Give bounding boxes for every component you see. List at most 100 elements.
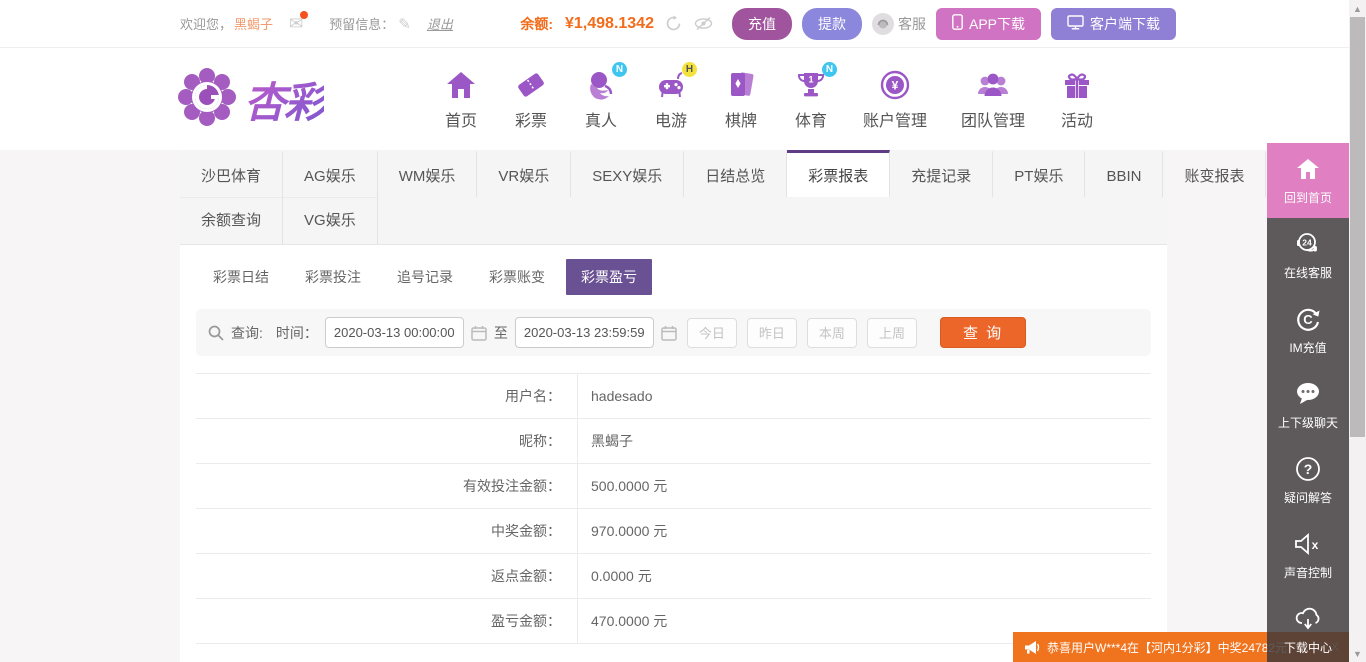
tab-lottery-report[interactable]: 彩票报表 bbox=[787, 150, 890, 197]
ticket-icon bbox=[513, 68, 549, 102]
tab-deposit-withdraw-records[interactable]: 充提记录 bbox=[890, 150, 993, 197]
tab-vr[interactable]: VR娱乐 bbox=[477, 150, 571, 197]
query-bar: 查询: 时间： 至 今日 昨日 本周 上周 查 询 bbox=[196, 309, 1151, 356]
quick-thisweek-button[interactable]: 本周 bbox=[807, 318, 857, 348]
customer-service-button[interactable]: 客服 bbox=[872, 13, 926, 35]
quick-yesterday-button[interactable]: 昨日 bbox=[747, 318, 797, 348]
quick-lastweek-button[interactable]: 上周 bbox=[867, 318, 917, 348]
tabrow-1: 沙巴体育 AG娱乐 WM娱乐 VR娱乐 SEXY娱乐 日结总览 彩票报表 充提记… bbox=[180, 150, 1167, 197]
sidebar-item-back-home[interactable]: 回到首页 bbox=[1267, 143, 1349, 218]
nav-label: 团队管理 bbox=[961, 107, 1025, 131]
refresh-balance-icon[interactable] bbox=[664, 14, 684, 34]
table-row: 昵称： 黑蝎子 bbox=[196, 419, 1151, 464]
edit-icon[interactable]: ✎ bbox=[398, 15, 411, 33]
question-icon: ? bbox=[1295, 456, 1321, 482]
deposit-button[interactable]: 充值 bbox=[732, 8, 792, 40]
tab-account-change-report[interactable]: 账变报表 bbox=[1163, 150, 1266, 197]
tab-wm[interactable]: WM娱乐 bbox=[378, 150, 478, 197]
sidebar-item-faq[interactable]: ? 疑问解答 bbox=[1267, 443, 1349, 518]
logout-link[interactable]: 退出 bbox=[427, 14, 453, 33]
brand-name: 杏彩 bbox=[244, 69, 324, 130]
nav-label: 电游 bbox=[655, 107, 687, 131]
tab-bbin[interactable]: BBIN bbox=[1085, 150, 1163, 197]
table-row: 盈亏金额： 470.0000 元 bbox=[196, 599, 1151, 644]
subtab-chase-records[interactable]: 追号记录 bbox=[382, 259, 468, 295]
sidebar-item-label: 疑问解答 bbox=[1284, 489, 1332, 506]
tab-vg[interactable]: VG娱乐 bbox=[283, 197, 378, 244]
hide-balance-eye-icon[interactable] bbox=[694, 14, 714, 34]
im-recharge-icon: C bbox=[1295, 306, 1321, 332]
row-value: 黑蝎子 bbox=[577, 419, 1151, 463]
client-download-button[interactable]: 客户端下载 bbox=[1051, 8, 1176, 40]
logo-flower-icon bbox=[178, 68, 236, 131]
row-label: 盈亏金额： bbox=[196, 599, 577, 643]
nav-item-home[interactable]: 首页 bbox=[426, 68, 496, 131]
mail-button[interactable]: ✉ bbox=[289, 14, 303, 34]
nav-item-sports[interactable]: 1 N 体育 bbox=[776, 68, 846, 131]
nav-item-activity[interactable]: 活动 bbox=[1042, 68, 1112, 131]
tab-sexy[interactable]: SEXY娱乐 bbox=[571, 150, 684, 197]
svg-text:?: ? bbox=[1304, 461, 1313, 477]
subtab-lottery-daily[interactable]: 彩票日结 bbox=[198, 259, 284, 295]
floating-sidebar: 回到首页 24 在线客服 C IM充值 上下级聊天 ? 疑问解答 x 声音控制 … bbox=[1267, 143, 1349, 662]
row-value: hadesado bbox=[577, 374, 1151, 418]
tab-shaba-sports[interactable]: 沙巴体育 bbox=[180, 150, 283, 197]
nav-item-account[interactable]: ¥ 账户管理 bbox=[846, 68, 944, 131]
nav-item-live[interactable]: N 真人 bbox=[566, 68, 636, 131]
reserved-info-label: 预留信息： bbox=[329, 14, 394, 33]
subtab-lottery-account-change[interactable]: 彩票账变 bbox=[474, 259, 560, 295]
row-label: 昵称： bbox=[196, 419, 577, 463]
withdraw-button[interactable]: 提款 bbox=[802, 8, 862, 40]
sidebar-item-im-recharge[interactable]: C IM充值 bbox=[1267, 293, 1349, 368]
balance-value: ¥1,498.1342 bbox=[565, 15, 654, 33]
sidebar-item-online-service[interactable]: 24 在线客服 bbox=[1267, 218, 1349, 293]
row-label: 有效投注金额： bbox=[196, 464, 577, 508]
tab-ag[interactable]: AG娱乐 bbox=[283, 150, 378, 197]
table-row: 中奖金额： 970.0000 元 bbox=[196, 509, 1151, 554]
calendar-icon[interactable] bbox=[471, 325, 487, 341]
unread-dot-badge bbox=[300, 11, 308, 19]
service-24-icon: 24 bbox=[1295, 231, 1321, 257]
table-row: 用户名： hadesado bbox=[196, 374, 1151, 419]
scroll-up-arrow[interactable]: ▲ bbox=[1349, 0, 1366, 17]
sidebar-item-sound-control[interactable]: x 声音控制 bbox=[1267, 518, 1349, 593]
sidebar-item-label: 下载中心 bbox=[1284, 639, 1332, 656]
nav-item-egames[interactable]: H 电游 bbox=[636, 68, 706, 131]
nav-item-team[interactable]: 团队管理 bbox=[944, 68, 1042, 131]
tab-daily-summary[interactable]: 日结总览 bbox=[684, 150, 787, 197]
date-from-input[interactable] bbox=[325, 317, 464, 348]
scrollbar-thumb[interactable] bbox=[1350, 17, 1365, 437]
row-value: 500.0000 元 bbox=[577, 464, 1151, 508]
time-label: 时间： bbox=[276, 323, 318, 343]
table-row: 有效投注金额： 500.0000 元 bbox=[196, 464, 1151, 509]
site-header: 杏彩 首页 彩票 N 真人 H 电游 bbox=[0, 48, 1366, 150]
svg-text:1: 1 bbox=[808, 74, 813, 84]
nav-item-boardgames[interactable]: 棋牌 bbox=[706, 68, 776, 131]
app-download-button[interactable]: APP下载 bbox=[936, 8, 1041, 40]
brand-logo[interactable]: 杏彩 bbox=[178, 68, 388, 131]
page-scrollbar[interactable]: ▲ ▼ bbox=[1349, 0, 1366, 662]
table-row: 返点金额： 0.0000 元 bbox=[196, 554, 1151, 599]
nav-label: 活动 bbox=[1061, 107, 1093, 131]
nav-item-lottery[interactable]: 彩票 bbox=[496, 68, 566, 131]
report-tabbar: 沙巴体育 AG娱乐 WM娱乐 VR娱乐 SEXY娱乐 日结总览 彩票报表 充提记… bbox=[180, 150, 1167, 245]
scroll-down-arrow[interactable]: ▼ bbox=[1349, 645, 1366, 662]
monitor-icon bbox=[1067, 15, 1084, 33]
profit-loss-report-table: 用户名： hadesado 昵称： 黑蝎子 有效投注金额： 500.0000 元… bbox=[196, 373, 1151, 644]
sidebar-item-download-center[interactable]: 下载中心 bbox=[1267, 593, 1349, 662]
tab-pt[interactable]: PT娱乐 bbox=[993, 150, 1085, 197]
to-separator: 至 bbox=[494, 323, 508, 343]
query-label: 查询: bbox=[231, 323, 263, 343]
gift-icon bbox=[1059, 68, 1095, 102]
home-icon bbox=[1296, 156, 1320, 182]
quick-today-button[interactable]: 今日 bbox=[687, 318, 737, 348]
sidebar-item-chat[interactable]: 上下级聊天 bbox=[1267, 368, 1349, 443]
svg-text:24: 24 bbox=[1302, 237, 1312, 247]
calendar-icon[interactable] bbox=[661, 325, 677, 341]
query-submit-button[interactable]: 查 询 bbox=[940, 317, 1026, 348]
date-to-input[interactable] bbox=[515, 317, 654, 348]
subtab-lottery-profit-loss[interactable]: 彩票盈亏 bbox=[566, 259, 652, 295]
subtab-lottery-bets[interactable]: 彩票投注 bbox=[290, 259, 376, 295]
cards-icon bbox=[723, 68, 759, 102]
tab-balance-query[interactable]: 余额查询 bbox=[180, 197, 283, 244]
